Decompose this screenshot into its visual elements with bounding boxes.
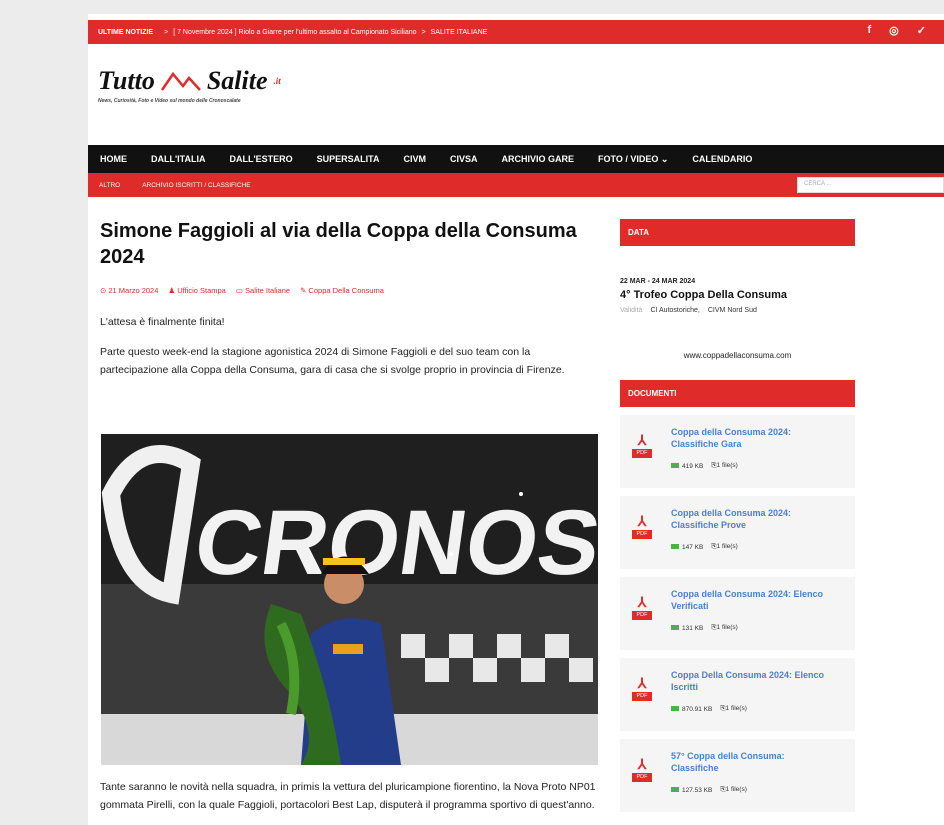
ticker-label: ULTIME NOTIZIE — [98, 28, 154, 36]
event-info: 22 MAR - 24 MAR 2024 4° Trofeo Coppa Del… — [620, 278, 855, 314]
article-date[interactable]: ⊙ 21 Marzo 2024 — [100, 286, 158, 295]
pdf-icon: ⅄ PDF — [632, 676, 652, 702]
article-paragraph-2: Parte questo week-end la stagione agonis… — [100, 346, 565, 376]
document-size: 419 KB — [671, 463, 703, 470]
document-size: 131 KB — [671, 625, 703, 632]
event-website-link[interactable]: www.coppadellaconsuma.com — [620, 351, 855, 360]
document-item[interactable]: ⅄ PDF Coppa della Consuma 2024: Classific… — [620, 496, 855, 569]
twitter-icon[interactable]: ✓ — [917, 24, 926, 37]
sub-navigation: ALTRO ARCHIVIO ISCRITTI / CLASSIFICHE CE… — [88, 173, 944, 197]
logo-text-salite: Salite — [206, 66, 268, 95]
nav-civsa[interactable]: CIVSA — [438, 154, 490, 164]
pdf-icon: ⅄ PDF — [632, 757, 652, 783]
document-item[interactable]: ⅄ PDF Coppa della Consuma 2024: Classific… — [620, 415, 855, 488]
subnav-archivio-iscritti[interactable]: ARCHIVIO ISCRITTI / CLASSIFICHE — [131, 182, 261, 189]
document-size: 870.91 KB — [671, 706, 712, 713]
documents-list: ⅄ PDF Coppa della Consuma 2024: Classific… — [620, 415, 855, 812]
logo-tagline: News, Curiosità, Foto e Video sul mondo … — [98, 98, 241, 104]
top-news-bar: ULTIME NOTIZIE > [ 7 Novembre 2024 ] Rio… — [88, 20, 944, 44]
nav-archivio-gare[interactable]: ARCHIVIO GARE — [489, 154, 586, 164]
article-paragraph-3: Tante saranno le novità nella squadra, i… — [100, 781, 596, 811]
event-tag-2[interactable]: CIVM Nord Sud — [708, 307, 757, 314]
document-item[interactable]: ⅄ PDF 57° Coppa della Consuma: Classifich… — [620, 739, 855, 812]
article-title: Simone Faggioli al via della Coppa della… — [100, 220, 577, 268]
document-title[interactable]: Coppa Della Consuma 2024: Elenco Iscritt… — [671, 669, 831, 693]
main-navigation: HOME DALL'ITALIA DALL'ESTERO SUPERSALITA… — [88, 145, 944, 173]
document-title[interactable]: 57° Coppa della Consuma: Classifiche — [671, 750, 831, 774]
social-links: f ◎ ✓ — [868, 24, 927, 37]
facebook-icon[interactable]: f — [868, 24, 872, 37]
document-files: ⎘1 file(s) — [711, 462, 738, 469]
photo-banner-text: CRONOSCA — [189, 490, 598, 593]
ticker-news-link[interactable]: [ 7 Novembre 2024 ] Riolo a Giarre per l… — [173, 29, 416, 36]
document-item[interactable]: ⅄ PDF Coppa della Consuma 2024: Elenco Ve… — [620, 577, 855, 650]
pdf-icon: ⅄ PDF — [632, 595, 652, 621]
event-name[interactable]: 4° Trofeo Coppa Della Consuma — [620, 289, 855, 301]
article-meta: ⊙ 21 Marzo 2024 ♟ Ufficio Stampa ▭ Salit… — [100, 286, 600, 295]
document-files: ⎘1 file(s) — [720, 705, 747, 712]
instagram-icon[interactable]: ◎ — [889, 24, 899, 37]
nav-dall-italia[interactable]: DALL'ITALIA — [139, 154, 217, 164]
nav-foto-video[interactable]: FOTO / VIDEO ⌄ — [586, 154, 680, 165]
document-size: 147 KB — [671, 544, 703, 551]
subnav-altro[interactable]: ALTRO — [88, 182, 131, 189]
sidebar: DATA 22 MAR - 24 MAR 2024 4° Trofeo Copp… — [620, 219, 855, 812]
event-tag-label: Validità — [620, 307, 643, 314]
nav-calendario[interactable]: CALENDARIO — [680, 154, 764, 164]
document-files: ⎘1 file(s) — [711, 543, 738, 550]
logo-text-tutto: Tutto — [98, 66, 155, 95]
article-tag[interactable]: ✎ Coppa Della Consuma — [300, 286, 384, 295]
nav-dall-estero[interactable]: DALL'ESTERO — [217, 154, 304, 164]
nav-supersalita[interactable]: SUPERSALITA — [305, 154, 392, 164]
data-heading: DATA — [620, 219, 855, 246]
event-date: 22 MAR - 24 MAR 2024 — [620, 278, 696, 285]
article: Simone Faggioli al via della Coppa della… — [100, 218, 600, 379]
document-title[interactable]: Coppa della Consuma 2024: Classifiche Ga… — [671, 426, 831, 450]
site-logo[interactable]: Tutto Salite .it News, Curiosità, Foto e … — [98, 66, 338, 111]
document-files: ⎘1 file(s) — [711, 624, 738, 631]
document-title[interactable]: Coppa della Consuma 2024: Classifiche Pr… — [671, 507, 831, 531]
document-title[interactable]: Coppa della Consuma 2024: Elenco Verific… — [671, 588, 831, 612]
logo-suffix: .it — [273, 76, 281, 86]
ticker-arrow: > — [164, 28, 169, 36]
article-author[interactable]: ♟ Ufficio Stampa — [168, 286, 225, 295]
documents-heading: DOCUMENTI — [620, 380, 855, 407]
ticker-arrow-2: > — [421, 28, 426, 36]
article-category[interactable]: ▭ Salite Italiane — [236, 286, 290, 295]
nav-civm[interactable]: CIVM — [391, 154, 438, 164]
document-item[interactable]: ⅄ PDF Coppa Della Consuma 2024: Elenco Is… — [620, 658, 855, 731]
ticker-category-link[interactable]: SALITE ITALIANE — [431, 29, 488, 36]
article-photo[interactable]: CRONOSCA — [101, 434, 598, 765]
event-tags: Validità CI Autostoriche, CIVM Nord Sud — [620, 307, 855, 314]
document-files: ⎘1 file(s) — [720, 786, 747, 793]
search-input[interactable]: CERCA ... — [797, 177, 944, 193]
left-margin — [0, 0, 88, 825]
photo-illustration: CRONOSCA — [101, 434, 598, 765]
pdf-icon: ⅄ PDF — [632, 433, 652, 459]
nav-home[interactable]: HOME — [88, 154, 139, 164]
mountain-icon — [160, 71, 201, 91]
article-paragraph-1: L'attesa è finalmente finita! — [100, 316, 225, 328]
event-tag-1[interactable]: CI Autostoriche, — [650, 307, 699, 314]
pdf-icon: ⅄ PDF — [632, 514, 652, 540]
document-size: 127.53 KB — [671, 787, 712, 794]
